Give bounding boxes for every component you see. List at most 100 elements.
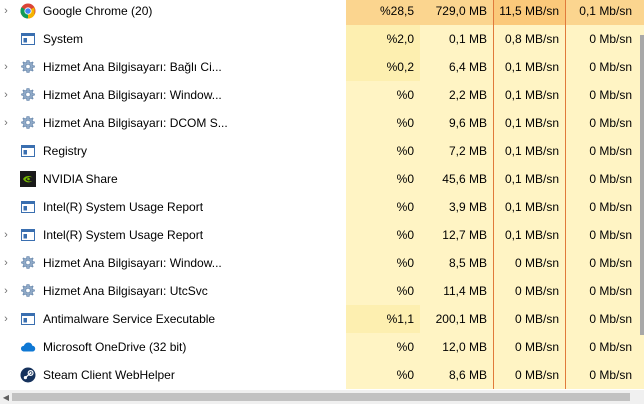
process-name: NVIDIA Share <box>43 172 118 186</box>
network-usage: 0 Mb/sn <box>566 25 644 53</box>
process-name: System <box>43 32 84 46</box>
process-name: Google Chrome (20) <box>43 4 153 18</box>
expand-chevron-icon[interactable]: › <box>0 53 12 81</box>
expand-chevron-icon[interactable]: › <box>0 249 12 277</box>
expand-chevron-icon[interactable]: › <box>0 221 12 249</box>
disk-usage: 0 MB/sn <box>493 361 566 389</box>
memory-usage: 12,0 MB <box>420 333 493 361</box>
process-row[interactable]: › Google Chrome (20) %28,5 729,0 MB 11,5 MB/… <box>0 0 644 25</box>
expand-chevron-icon[interactable]: › <box>0 81 12 109</box>
cpu-usage: %0 <box>346 221 420 249</box>
network-usage: 0,1 Mb/sn <box>566 0 644 25</box>
process-name: Intel(R) System Usage Report <box>43 200 204 214</box>
disk-usage: 0,1 MB/sn <box>493 109 566 137</box>
onedrive-icon <box>20 339 36 355</box>
process-row[interactable]: Registry %0 7,2 MB 0,1 MB/sn 0 Mb/sn <box>0 137 644 165</box>
scroll-left-icon[interactable]: ◀ <box>0 390 12 404</box>
vertical-scrollbar-thumb[interactable] <box>640 35 644 335</box>
process-row[interactable]: Intel(R) System Usage Report %0 3,9 MB 0,1 … <box>0 193 644 221</box>
network-usage: 0 Mb/sn <box>566 277 644 305</box>
process-row[interactable]: › Hizmet Ana Bilgisayarı: UtcSvc %0 11,4 MB… <box>0 277 644 305</box>
process-row[interactable]: Steam Client WebHelper %0 8,6 MB 0 MB/sn 0 M… <box>0 361 644 389</box>
disk-usage: 0,1 MB/sn <box>493 137 566 165</box>
process-row[interactable]: System %2,0 0,1 MB 0,8 MB/sn 0 Mb/sn <box>0 25 644 53</box>
cpu-usage: %0,2 <box>346 53 420 81</box>
process-name: Hizmet Ana Bilgisayarı: UtcSvc <box>43 284 208 298</box>
process-row[interactable]: › Intel(R) System Usage Report %0 12,7 MB 0,… <box>0 221 644 249</box>
cpu-usage: %0 <box>346 137 420 165</box>
cpu-usage: %0 <box>346 361 420 389</box>
cpu-usage: %2,0 <box>346 25 420 53</box>
memory-usage: 11,4 MB <box>420 277 493 305</box>
process-table: › Google Chrome (20) %28,5 729,0 MB 11,5 MB/… <box>0 0 644 390</box>
cpu-usage: %0 <box>346 333 420 361</box>
process-name: Steam Client WebHelper <box>43 368 175 382</box>
memory-usage: 45,6 MB <box>420 165 493 193</box>
process-name: Registry <box>43 144 88 158</box>
process-name: Intel(R) System Usage Report <box>43 228 204 242</box>
disk-usage: 0 MB/sn <box>493 333 566 361</box>
process-row[interactable]: › Antimalware Service Executable %1,1 200,1… <box>0 305 644 333</box>
expand-chevron-icon[interactable]: › <box>0 305 12 333</box>
disk-usage: 0,1 MB/sn <box>493 53 566 81</box>
process-name: Hizmet Ana Bilgisayarı: Window... <box>43 88 222 102</box>
network-usage: 0 Mb/sn <box>566 81 644 109</box>
cpu-usage: %0 <box>346 277 420 305</box>
memory-usage: 12,7 MB <box>420 221 493 249</box>
process-row[interactable]: › Hizmet Ana Bilgisayarı: DCOM S... %0 9,6 … <box>0 109 644 137</box>
process-row[interactable]: › Hizmet Ana Bilgisayarı: Bağlı Ci... %0,2… <box>0 53 644 81</box>
expand-chevron-icon[interactable]: › <box>0 0 12 25</box>
window-app-icon <box>20 227 36 243</box>
gear-icon <box>20 59 36 75</box>
network-usage: 0 Mb/sn <box>566 221 644 249</box>
expand-chevron-icon[interactable]: › <box>0 277 12 305</box>
memory-usage: 0,1 MB <box>420 25 493 53</box>
network-usage: 0 Mb/sn <box>566 165 644 193</box>
process-name: Antimalware Service Executable <box>43 312 216 326</box>
memory-usage: 7,2 MB <box>420 137 493 165</box>
disk-usage: 0 MB/sn <box>493 277 566 305</box>
window-app-icon <box>20 143 36 159</box>
horizontal-scrollbar[interactable]: ◀ <box>0 390 644 404</box>
process-row[interactable]: › Hizmet Ana Bilgisayarı: Window... %0 2,2 … <box>0 81 644 109</box>
process-row[interactable]: NVIDIA Share %0 45,6 MB 0,1 MB/sn 0 Mb/sn <box>0 165 644 193</box>
process-row[interactable]: Microsoft OneDrive (32 bit) %0 12,0 MB 0 MB… <box>0 333 644 361</box>
window-app-icon <box>20 311 36 327</box>
scrollbar-thumb[interactable] <box>12 393 630 401</box>
disk-usage: 0,1 MB/sn <box>493 221 566 249</box>
memory-usage: 729,0 MB <box>420 0 493 25</box>
memory-usage: 8,6 MB <box>420 361 493 389</box>
network-usage: 0 Mb/sn <box>566 53 644 81</box>
disk-usage: 0 MB/sn <box>493 249 566 277</box>
expand-chevron-icon[interactable]: › <box>0 109 12 137</box>
process-name: Microsoft OneDrive (32 bit) <box>43 340 187 354</box>
memory-usage: 3,9 MB <box>420 193 493 221</box>
chrome-icon <box>20 3 36 19</box>
memory-usage: 200,1 MB <box>420 305 493 333</box>
process-name: Hizmet Ana Bilgisayarı: DCOM S... <box>43 116 228 130</box>
memory-usage: 8,5 MB <box>420 249 493 277</box>
network-usage: 0 Mb/sn <box>566 193 644 221</box>
vertical-scrollbar[interactable] <box>640 0 644 390</box>
network-usage: 0 Mb/sn <box>566 109 644 137</box>
network-usage: 0 Mb/sn <box>566 249 644 277</box>
gear-icon <box>20 255 36 271</box>
nvidia-icon <box>20 171 36 187</box>
memory-usage: 6,4 MB <box>420 53 493 81</box>
disk-usage: 0,1 MB/sn <box>493 165 566 193</box>
cpu-usage: %0 <box>346 249 420 277</box>
memory-usage: 2,2 MB <box>420 81 493 109</box>
gear-icon <box>20 87 36 103</box>
process-name: Hizmet Ana Bilgisayarı: Bağlı Ci... <box>43 60 222 74</box>
cpu-usage: %0 <box>346 109 420 137</box>
network-usage: 0 Mb/sn <box>566 137 644 165</box>
disk-usage: 0,1 MB/sn <box>493 81 566 109</box>
memory-usage: 9,6 MB <box>420 109 493 137</box>
process-row[interactable]: › Hizmet Ana Bilgisayarı: Window... %0 8,5 … <box>0 249 644 277</box>
network-usage: 0 Mb/sn <box>566 333 644 361</box>
cpu-usage: %0 <box>346 193 420 221</box>
window-app-icon <box>20 31 36 47</box>
window-app-icon <box>20 199 36 215</box>
disk-usage: 0,8 MB/sn <box>493 25 566 53</box>
network-usage: 0 Mb/sn <box>566 361 644 389</box>
